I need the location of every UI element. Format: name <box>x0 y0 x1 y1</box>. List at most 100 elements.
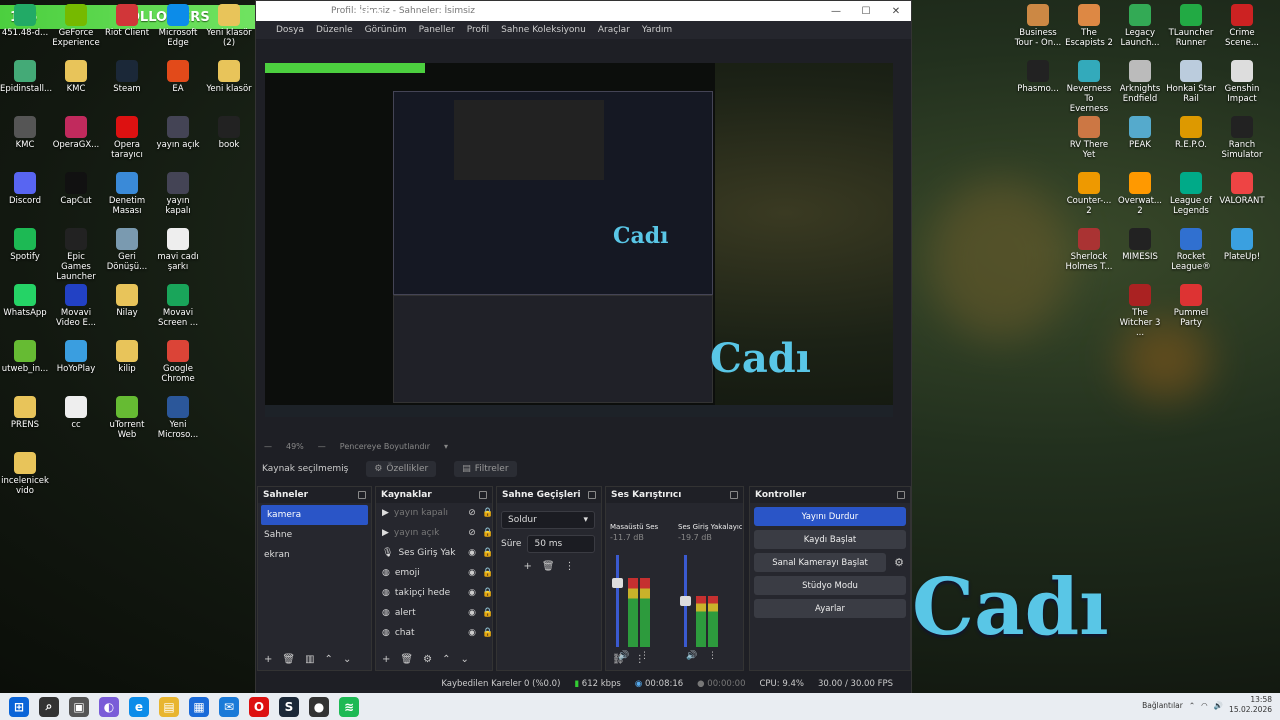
menu-item[interactable]: Dosya <box>276 25 304 35</box>
more-icon[interactable]: ⋮ <box>635 654 645 665</box>
desktop-icon[interactable]: OperaGX... <box>51 116 101 150</box>
chevron-down-icon[interactable]: ▾ <box>444 442 448 451</box>
desktop-icon[interactable]: Legacy Launch... <box>1115 4 1165 48</box>
desktop-icon[interactable]: Microsoft Edge <box>153 4 203 48</box>
clock[interactable]: 13:58 15.02.2026 <box>1229 695 1272 715</box>
desktop-icon[interactable]: KMC <box>0 116 50 150</box>
desktop-icon[interactable]: Ranch Simulator <box>1217 116 1267 160</box>
menu-item[interactable]: Sahne Koleksiyonu <box>501 25 586 35</box>
add-icon[interactable]: + <box>264 654 272 665</box>
desktop-icon[interactable]: WhatsApp <box>0 284 50 318</box>
desktop-icon[interactable]: yayın kapalı <box>153 172 203 216</box>
undock-icon[interactable] <box>479 491 487 499</box>
eye-off-icon[interactable]: ⊘ <box>467 528 477 538</box>
desktop-icon[interactable]: cc <box>51 396 101 430</box>
desktop-icon[interactable]: PlateUp! <box>1217 228 1267 262</box>
lock-icon[interactable]: 🔒 <box>482 508 493 518</box>
desktop-icon[interactable]: Movavi Video E... <box>51 284 101 328</box>
eye-icon[interactable]: ◉ <box>467 568 477 578</box>
desktop-icon[interactable]: Opera tarayıcı <box>102 116 152 160</box>
copilot-icon[interactable]: ◐ <box>99 696 119 717</box>
desktop-icon[interactable]: Business Tour - On... <box>1013 4 1063 48</box>
menu-item[interactable]: Profil <box>467 25 489 35</box>
undock-icon[interactable] <box>897 491 905 499</box>
desktop-icon[interactable]: The Escapists 2 <box>1064 4 1114 48</box>
desktop-icon[interactable]: Rocket League® <box>1166 228 1216 272</box>
desktop-icon[interactable]: RV There Yet <box>1064 116 1114 160</box>
lock-icon[interactable]: 🔒 <box>482 528 493 538</box>
desktop-icon[interactable]: Crime Scene... <box>1217 4 1267 48</box>
scene-item[interactable]: ekran <box>258 545 371 565</box>
desktop-icon[interactable]: Neverness To Everness <box>1064 60 1114 114</box>
source-item[interactable]: 🎙 Ses Giriş Yak ◉ 🔒 <box>376 543 493 563</box>
source-item[interactable]: ▶ yayın açık ⊘ 🔒 <box>376 523 493 543</box>
preview-canvas[interactable]: Cadı Cadı <box>265 63 893 417</box>
add-icon[interactable]: + <box>523 561 531 572</box>
taskview-icon[interactable]: ▣ <box>69 696 89 717</box>
volume-slider[interactable] <box>616 555 619 647</box>
arrow-down-icon[interactable]: ⌄ <box>343 654 351 665</box>
eye-icon[interactable]: ◉ <box>467 588 477 598</box>
link-icon[interactable]: ⛓ <box>612 654 625 665</box>
desktop-icon[interactable]: Overwat... 2 <box>1115 172 1165 216</box>
mail-icon[interactable]: ✉ <box>219 696 239 717</box>
minimize-icon[interactable]: — <box>821 1 851 21</box>
source-item[interactable]: ◍ emoji ◉ 🔒 <box>376 563 493 583</box>
trash-icon[interactable]: 🗑 <box>400 654 413 665</box>
volume-knob[interactable] <box>612 578 623 588</box>
volume-knob[interactable] <box>680 596 691 606</box>
desktop-icon[interactable]: PEAK <box>1115 116 1165 150</box>
zoom-minus[interactable]: — <box>264 442 272 451</box>
eye-icon[interactable]: ◉ <box>467 548 477 558</box>
duration-input[interactable]: 50 ms <box>527 535 595 553</box>
desktop-icon[interactable]: KMC <box>51 60 101 94</box>
source-item[interactable]: ◍ alert ◉ 🔒 <box>376 603 493 623</box>
desktop-icon[interactable]: Pummel Party <box>1166 284 1216 328</box>
desktop-icon[interactable]: Genshin Impact <box>1217 60 1267 104</box>
eye-off-icon[interactable]: ⊘ <box>467 508 477 518</box>
spotify-icon[interactable]: ≋ <box>339 696 359 717</box>
desktop-icon[interactable]: Yeni klasör (2) <box>204 4 254 48</box>
desktop-icon[interactable]: Spotify <box>0 228 50 262</box>
menu-item[interactable]: Yardım <box>642 25 672 35</box>
desktop-icon[interactable]: utweb_in... <box>0 340 50 374</box>
control-button[interactable]: Sanal Kamerayı Başlat ⚙ <box>754 553 904 572</box>
source-item[interactable]: ◍ takipçi hede ◉ 🔒 <box>376 583 493 603</box>
trash-icon[interactable]: 🗑 <box>282 654 295 665</box>
arrow-up-icon[interactable]: ⌃ <box>442 654 450 665</box>
store-icon[interactable]: ▦ <box>189 696 209 717</box>
trash-icon[interactable]: 🗑 <box>542 561 555 572</box>
control-button[interactable]: Stüdyo Modu <box>754 576 906 595</box>
desktop-icon[interactable]: Discord <box>0 172 50 206</box>
desktop-icon[interactable]: GeForce Experience <box>51 4 101 48</box>
chevron-up-icon[interactable]: ⌃ <box>1189 701 1195 710</box>
close-icon[interactable]: ✕ <box>881 1 911 21</box>
desktop-icon[interactable]: Epic Games Launcher <box>51 228 101 282</box>
desktop-icon[interactable]: Nilay <box>102 284 152 318</box>
desktop-icon[interactable]: PRENS <box>0 396 50 430</box>
source-item[interactable]: ▶ yayın kapalı ⊘ 🔒 <box>376 503 493 523</box>
maximize-icon[interactable]: ☐ <box>851 1 881 21</box>
desktop-icon[interactable]: League of Legends <box>1166 172 1216 216</box>
desktop-icon[interactable]: mavi cadı şarkı <box>153 228 203 272</box>
desktop-icon[interactable]: The Witcher 3 ... <box>1115 284 1165 338</box>
zoom-value[interactable]: 49% <box>286 442 304 451</box>
properties-button[interactable]: ⚙ Özellikler <box>366 461 437 477</box>
desktop-icon[interactable]: uTorrent Web <box>102 396 152 440</box>
zoom-plus[interactable]: — <box>318 442 326 451</box>
desktop-icon[interactable]: incelenicek vido <box>0 452 50 496</box>
gear-icon[interactable]: ⚙ <box>894 556 904 569</box>
scene-item[interactable]: kamera <box>261 505 368 525</box>
desktop-icon[interactable]: kilip <box>102 340 152 374</box>
search-icon[interactable]: ⌕ <box>39 696 59 717</box>
desktop-icon[interactable]: book <box>204 116 254 150</box>
more-icon[interactable]: ⋮ <box>565 561 575 572</box>
lock-icon[interactable]: 🔒 <box>482 568 493 578</box>
desktop-icon[interactable]: Denetim Masası <box>102 172 152 216</box>
desktop-icon[interactable]: Google Chrome <box>153 340 203 384</box>
scene-item[interactable]: Sahne <box>258 525 371 545</box>
eye-icon[interactable]: ◉ <box>467 628 477 638</box>
desktop-icon[interactable]: Riot Client <box>102 4 152 38</box>
filter-icon[interactable]: ▥ <box>305 654 314 665</box>
desktop-icon[interactable]: Yeni klasör <box>204 60 254 94</box>
